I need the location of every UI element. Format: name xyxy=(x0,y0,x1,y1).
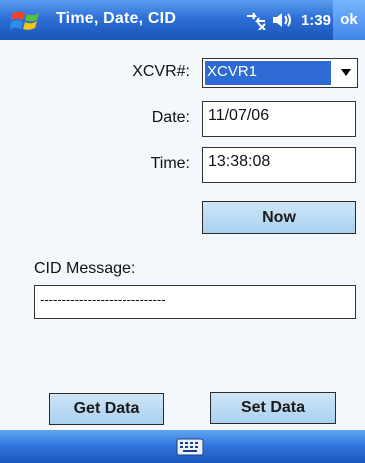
chevron-down-icon[interactable] xyxy=(341,69,351,76)
system-tray: 1:39 xyxy=(245,9,331,31)
pocket-pc-screen: Time, Date, CID 1:39 ok XCVR#: XCVR1 Dat… xyxy=(0,0,365,463)
date-label: Date: xyxy=(151,109,190,126)
menu-bar xyxy=(0,430,365,463)
xcvr-dropdown[interactable]: XCVR1 xyxy=(202,58,358,88)
cid-message-field[interactable]: ----------------------------- xyxy=(34,285,356,319)
get-data-button[interactable]: Get Data xyxy=(49,393,164,425)
windows-start-icon[interactable] xyxy=(10,6,48,34)
clock[interactable]: 1:39 xyxy=(301,12,331,29)
ok-button[interactable]: ok xyxy=(333,0,365,40)
set-data-button[interactable]: Set Data xyxy=(210,392,336,424)
now-button[interactable]: Now xyxy=(202,201,356,234)
cid-message-label: CID Message: xyxy=(34,260,136,277)
xcvr-selected-value: XCVR1 xyxy=(205,61,331,85)
date-field[interactable]: 11/07/06 xyxy=(202,101,356,137)
xcvr-label: XCVR#: xyxy=(132,63,190,80)
time-label: Time: xyxy=(150,155,190,172)
window-title: Time, Date, CID xyxy=(56,10,177,27)
title-bar: Time, Date, CID 1:39 ok xyxy=(0,0,365,40)
connectivity-icon[interactable] xyxy=(245,10,267,30)
keyboard-icon[interactable] xyxy=(176,438,204,456)
speaker-icon[interactable] xyxy=(271,10,295,30)
time-field[interactable]: 13:38:08 xyxy=(202,147,356,183)
